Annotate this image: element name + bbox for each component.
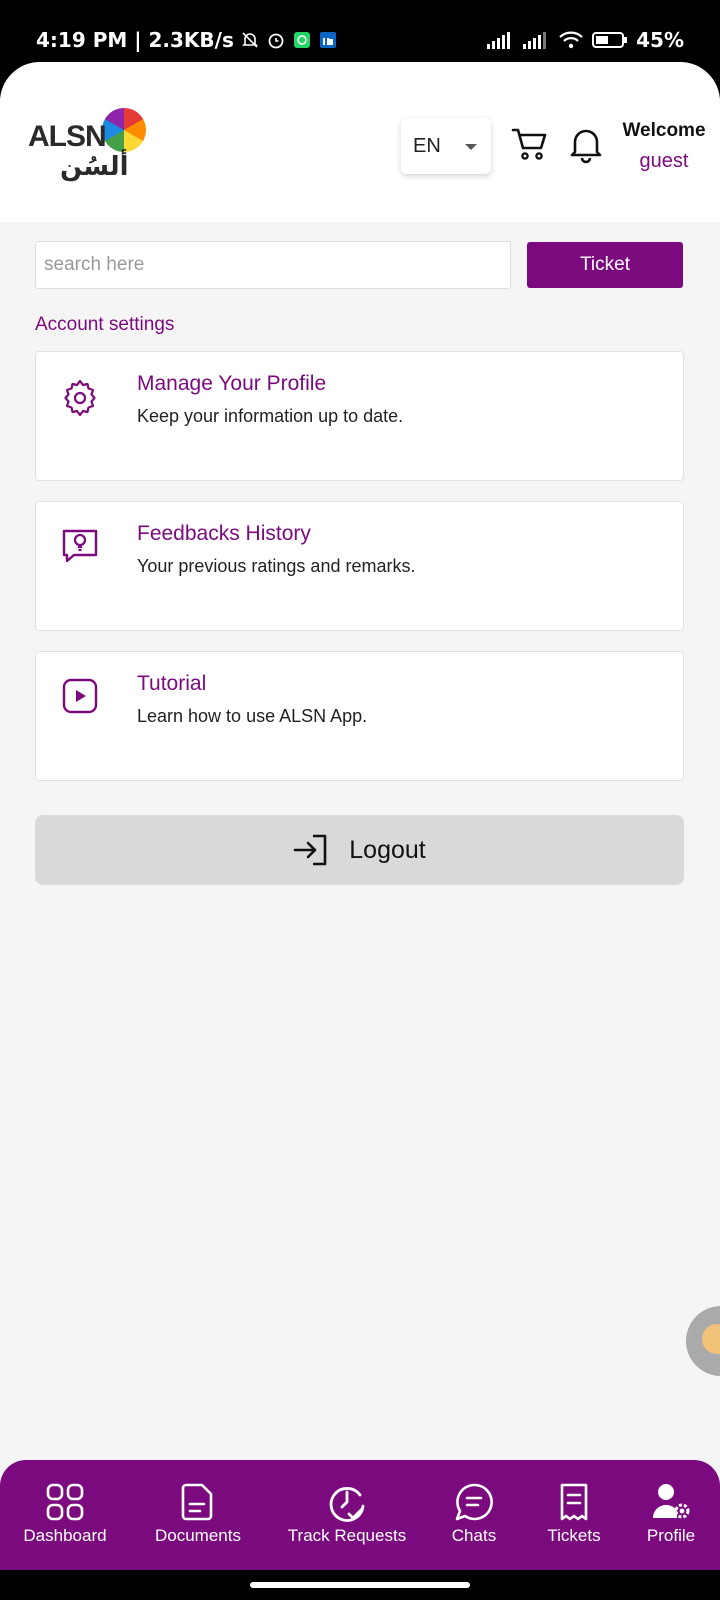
assistant-avatar-icon [702,1324,720,1354]
card-subtitle: Your previous ratings and remarks. [137,556,416,576]
battery-percent: 45% [636,28,684,52]
home-indicator[interactable] [250,1582,470,1588]
bottom-navigation: Dashboard Documents Track Requests Chats… [0,1460,720,1570]
status-time: 4:19 PM | 2.3KB/s [36,28,234,52]
app-screen: ALSN ألسُن EN Welcome guest Ticket Accou… [0,62,720,1570]
signal-icon [487,32,511,49]
nav-documents[interactable]: Documents [146,1460,250,1570]
logout-icon [293,834,327,866]
nav-label: Chats [451,1526,497,1545]
nav-label: Dashboard [23,1526,107,1545]
feedbacks-history-card[interactable]: Feedbacks History Your previous ratings … [35,501,684,631]
track-icon [329,1487,365,1522]
logo-globe-icon [102,108,146,152]
nav-profile[interactable]: Profile [636,1460,706,1570]
card-subtitle: Keep your information up to date. [137,406,404,426]
wifi-icon [559,31,583,49]
welcome-title: Welcome [622,120,706,141]
cart-icon[interactable] [510,124,550,164]
whatsapp-icon [293,32,310,48]
app-header: ALSN ألسُن EN Welcome guest [0,62,720,222]
dashboard-icon [46,1483,84,1521]
notification-bell-icon[interactable] [566,124,606,164]
ticket-icon [560,1483,588,1521]
nav-label: Track Requests [287,1526,407,1545]
mute-bell-icon [241,32,258,48]
nav-dashboard[interactable]: Dashboard [14,1460,116,1570]
caret-down-icon [465,144,477,150]
document-icon [181,1483,213,1521]
ticket-button[interactable]: Ticket [527,242,683,288]
logo-arabic-text: ألسُن [60,152,129,182]
status-bar: 4:19 PM | 2.3KB/s 45% [0,0,720,62]
welcome-user: guest [639,150,689,172]
card-title: Manage Your Profile [137,372,327,395]
alarm-icon [268,33,284,49]
card-title: Feedbacks History [137,522,311,545]
nav-track-requests[interactable]: Track Requests [282,1460,412,1570]
alsn-logo[interactable]: ALSN ألسُن [28,108,148,188]
play-icon [62,678,98,714]
profile-icon [652,1484,690,1519]
language-selector[interactable]: EN [401,118,491,174]
battery-icon [592,32,628,48]
card-subtitle: Learn how to use ALSN App. [137,706,368,726]
card-title: Tutorial [137,672,207,695]
welcome-block: Welcome guest [614,120,714,173]
manage-profile-card[interactable]: Manage Your Profile Keep your informatio… [35,351,684,481]
gear-icon [64,379,96,416]
tutorial-card[interactable]: Tutorial Learn how to use ALSN App. [35,651,684,781]
signal-icon [523,32,547,49]
floating-chat-bubble[interactable] [686,1306,720,1376]
feedback-icon [62,529,98,563]
nav-label: Profile [646,1526,696,1545]
nav-tickets[interactable]: Tickets [534,1460,614,1570]
nav-label: Documents [155,1526,241,1545]
logout-button[interactable]: Logout [35,815,684,885]
nav-chats[interactable]: Chats [440,1460,508,1570]
language-value: EN [413,134,441,157]
section-title: Account settings [35,314,175,335]
linkedin-icon [319,32,336,48]
nav-label: Tickets [547,1526,601,1545]
chat-icon [455,1483,493,1521]
logout-label: Logout [349,835,426,864]
logo-text: ALSN [28,120,107,153]
search-input[interactable] [35,241,511,289]
